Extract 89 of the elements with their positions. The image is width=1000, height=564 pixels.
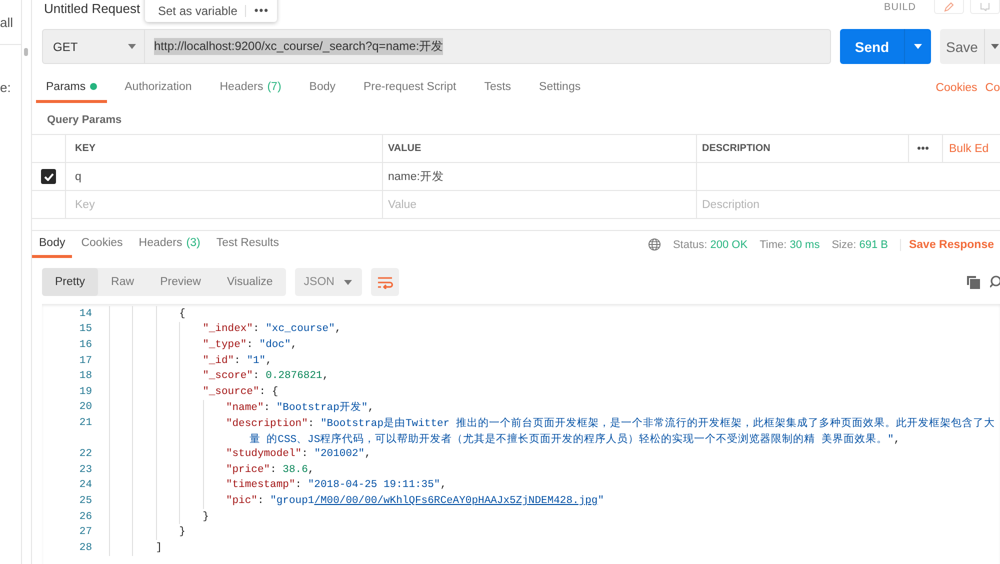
view-option[interactable]: Raw	[98, 268, 148, 296]
line-number: 24	[78, 479, 92, 492]
method-select[interactable]: GET	[42, 29, 145, 64]
link[interactable]: Co	[985, 82, 1000, 94]
request-tab[interactable]: Params	[36, 73, 107, 103]
code-text: "pic"	[226, 494, 258, 507]
code-line: "_index": "xc_course",	[202, 323, 342, 336]
response-tab[interactable]: Test Results	[209, 231, 286, 258]
request-tab[interactable]: Tests	[474, 73, 522, 103]
code-line: "timestamp": "2018-04-25 19:11:35",	[226, 479, 447, 492]
wrap-lines-button[interactable]	[370, 268, 399, 296]
view-option[interactable]: Preview	[147, 268, 214, 296]
column-header: DESCRIPTION	[697, 135, 909, 162]
save-response-button[interactable]: Save Response	[900, 238, 994, 250]
wrap-icon	[376, 276, 393, 288]
code-text: :	[257, 494, 265, 507]
code-line: "name": "Bootstrap开发",	[226, 400, 374, 414]
globe-icon[interactable]	[648, 238, 661, 251]
request-tab[interactable]: Body	[299, 73, 346, 103]
code-line: "_type": "doc",	[202, 338, 298, 351]
scrollbar-thumb[interactable]	[24, 48, 28, 56]
line-number: 15	[78, 323, 92, 336]
bulk-edit-link[interactable]: Bulk Ed	[943, 135, 1000, 162]
request-tab[interactable]: Pre-request Script	[354, 73, 466, 103]
code-line: "_id": "1",	[202, 354, 272, 367]
search-icon[interactable]	[990, 275, 1000, 289]
more-button[interactable]: •••	[245, 5, 277, 17]
checkbox[interactable]	[41, 169, 56, 184]
url-field[interactable]: http://localhost:9200/xc_course/_search?q=name:开发	[145, 29, 831, 64]
caret-icon	[991, 44, 999, 49]
link[interactable]: Cookies	[936, 82, 978, 94]
more-button[interactable]: •••	[909, 135, 943, 162]
column-header: KEY	[66, 135, 383, 162]
caret-icon	[344, 280, 352, 284]
line-number: 28	[78, 542, 92, 554]
copy-icon[interactable]	[967, 276, 980, 288]
line-number: 20	[78, 401, 92, 414]
comment-icon	[980, 2, 990, 10]
save-button[interactable]: Save	[940, 29, 1000, 64]
table-cell: q	[66, 163, 383, 190]
line-number: 21	[78, 416, 92, 429]
code-line: ]	[156, 542, 162, 554]
check-icon	[44, 172, 54, 180]
link[interactable]: /M00/00/00/wKhlQFs6RCeAY0pHAAJx5ZjNDEM428.jpg	[314, 494, 598, 507]
line-number: 22	[78, 448, 92, 460]
code-line: "description": "Bootstrap是由Twitter 推出的一个前台页面开发框架，是一个非常流行的开发框架，此框架集成了多种页面效果。此开发框架包含了大	[226, 416, 995, 430]
code-line: }	[179, 526, 186, 538]
sidebar-text: e:	[0, 80, 11, 94]
view-option[interactable]: Visualize	[214, 268, 286, 296]
line-number: 17	[78, 354, 92, 367]
line-number: 18	[78, 370, 92, 382]
code-line: "_source": {	[202, 386, 278, 398]
code-line: 量 的CSS、JS程序代码，可以帮助开发者（尤其是不擅长页面开发的程序人员）轻松的实现一个不受浏览器限制的精 美界面效果。",	[249, 432, 900, 446]
response-stat: Status: 200 OK	[672, 238, 748, 250]
sidebar-text: all	[0, 14, 14, 30]
code-line: {	[179, 308, 186, 320]
mode-label: BUILD	[884, 2, 916, 13]
caret-icon	[128, 44, 136, 49]
line-number: 25	[78, 494, 92, 507]
line-number: 23	[78, 464, 92, 476]
send-button[interactable]: Send	[840, 29, 931, 64]
response-tab[interactable]: Headers (3)	[132, 231, 208, 258]
request-tab[interactable]: Headers (7)	[210, 73, 292, 103]
format-select[interactable]: JSON	[294, 268, 362, 296]
code-line: "price": 38.6,	[226, 464, 314, 476]
line-number: 27	[78, 526, 92, 538]
line-number: 14	[78, 308, 92, 320]
response-stat: Time: 30 ms	[760, 238, 820, 250]
request-tab[interactable]: Settings	[529, 73, 591, 103]
set-variable-option[interactable]: Set as variable	[145, 4, 246, 18]
column-header: VALUE	[383, 135, 697, 162]
line-number: 19	[78, 386, 92, 398]
table-cell: name:开发	[383, 163, 697, 190]
response-tab[interactable]: Cookies	[74, 231, 130, 258]
view-option[interactable]: Pretty	[42, 268, 98, 296]
response-tab[interactable]: Body	[32, 231, 72, 258]
section-title: Query Params	[47, 114, 122, 126]
response-stat: Size: 691 B	[832, 238, 888, 250]
code-line: "_score": 0.2876821,	[202, 370, 329, 382]
pencil-icon	[944, 2, 954, 12]
line-number: 26	[78, 510, 92, 523]
request-title: Untitled Request	[44, 1, 140, 16]
line-number: 16	[78, 338, 92, 351]
code-text: "group1	[270, 494, 314, 507]
code-text: "	[598, 494, 604, 507]
request-tab[interactable]: Authorization	[114, 73, 202, 103]
code-line: }	[202, 510, 209, 523]
caret-icon	[914, 44, 922, 49]
code-line: "studymodel": "201002",	[226, 448, 371, 460]
